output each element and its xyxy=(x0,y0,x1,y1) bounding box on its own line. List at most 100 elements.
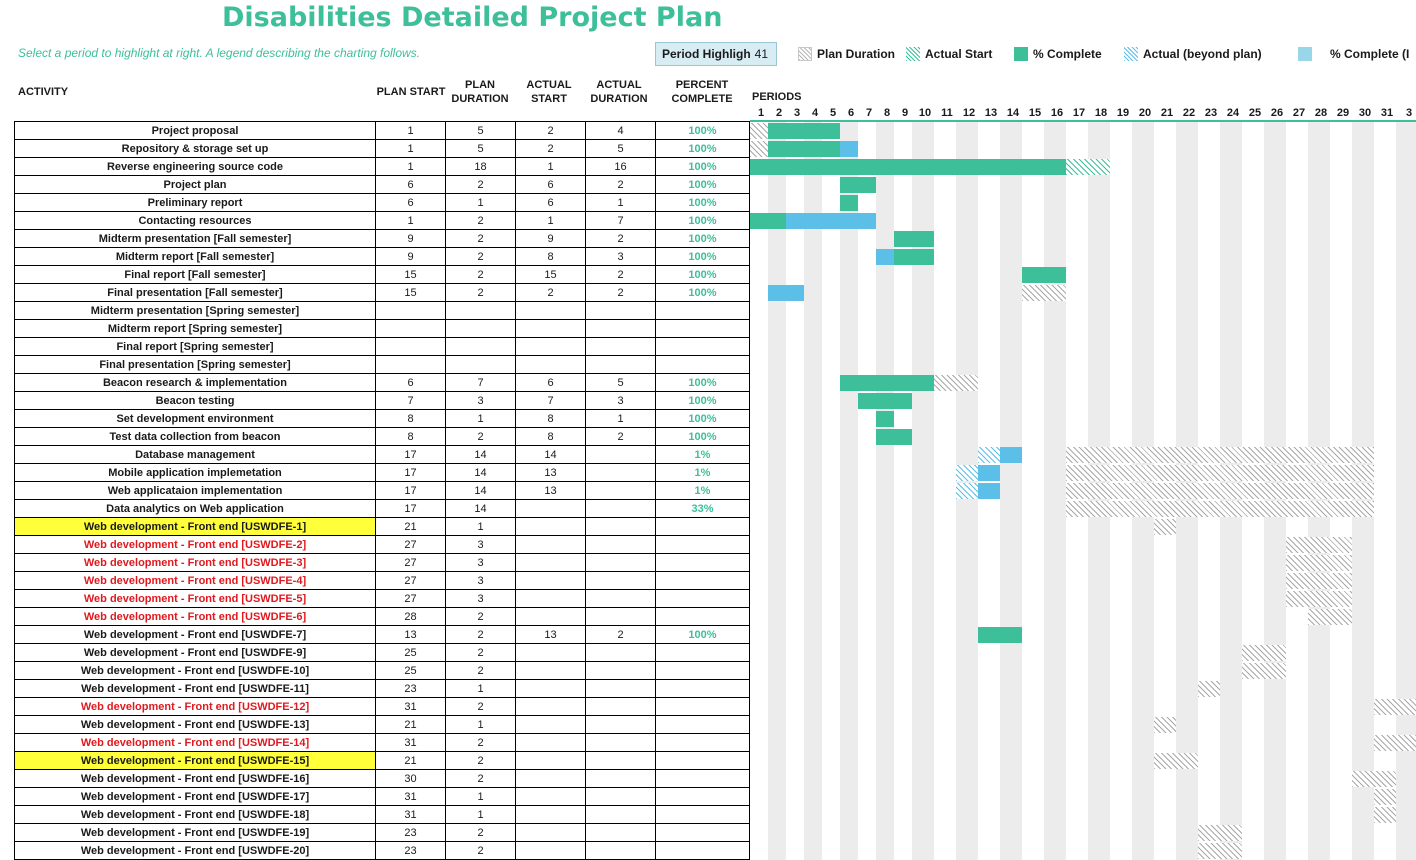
cell-percent[interactable]: 100% xyxy=(655,265,750,284)
cell-activity[interactable]: Beacon testing xyxy=(14,391,376,410)
cell-percent[interactable]: 100% xyxy=(655,625,750,644)
cell-plan-start[interactable]: 15 xyxy=(375,265,446,284)
cell-activity[interactable]: Web development - Front end [USWDFE-4] xyxy=(14,571,376,590)
cell-percent[interactable] xyxy=(655,805,750,824)
cell-actual-start[interactable]: 2 xyxy=(515,139,586,158)
cell-plan-duration[interactable]: 7 xyxy=(445,373,516,392)
cell-percent[interactable] xyxy=(655,337,750,356)
cell-activity[interactable]: Web development - Front end [USWDFE-13] xyxy=(14,715,376,734)
cell-activity[interactable]: Project plan xyxy=(14,175,376,194)
cell-percent[interactable] xyxy=(655,571,750,590)
cell-actual-duration[interactable] xyxy=(585,589,656,608)
table-row[interactable]: Project proposal 1 5 2 4 100% xyxy=(14,121,750,140)
cell-plan-start[interactable]: 25 xyxy=(375,661,446,680)
cell-actual-start[interactable] xyxy=(515,769,586,788)
cell-actual-start[interactable] xyxy=(515,823,586,842)
table-row[interactable]: Midterm presentation [Spring semester] xyxy=(14,301,750,320)
table-row[interactable]: Web development - Front end [USWDFE-11] 2… xyxy=(14,679,750,698)
cell-activity[interactable]: Web development - Front end [USWDFE-9] xyxy=(14,643,376,662)
cell-actual-start[interactable] xyxy=(515,517,586,536)
cell-plan-start[interactable] xyxy=(375,319,446,338)
cell-actual-duration[interactable] xyxy=(585,535,656,554)
cell-actual-start[interactable]: 8 xyxy=(515,409,586,428)
cell-plan-duration[interactable]: 2 xyxy=(445,661,516,680)
cell-plan-duration[interactable]: 2 xyxy=(445,427,516,446)
cell-percent[interactable] xyxy=(655,607,750,626)
cell-actual-duration[interactable]: 2 xyxy=(585,283,656,302)
cell-activity[interactable]: Database management xyxy=(14,445,376,464)
cell-percent[interactable] xyxy=(655,517,750,536)
cell-plan-start[interactable]: 1 xyxy=(375,121,446,140)
table-row[interactable]: Web development - Front end [USWDFE-15] 2… xyxy=(14,751,750,770)
cell-plan-duration[interactable]: 2 xyxy=(445,247,516,266)
table-row[interactable]: Contacting resources 1 2 1 7 100% xyxy=(14,211,750,230)
cell-activity[interactable]: Contacting resources xyxy=(14,211,376,230)
cell-percent[interactable]: 33% xyxy=(655,499,750,518)
cell-actual-start[interactable] xyxy=(515,553,586,572)
cell-actual-start[interactable] xyxy=(515,499,586,518)
cell-plan-start[interactable]: 31 xyxy=(375,787,446,806)
cell-percent[interactable] xyxy=(655,715,750,734)
cell-plan-duration[interactable]: 2 xyxy=(445,229,516,248)
cell-percent[interactable] xyxy=(655,643,750,662)
cell-activity[interactable]: Preliminary report xyxy=(14,193,376,212)
cell-plan-duration[interactable]: 1 xyxy=(445,193,516,212)
cell-percent[interactable] xyxy=(655,679,750,698)
cell-actual-start[interactable]: 8 xyxy=(515,247,586,266)
cell-plan-duration[interactable] xyxy=(445,319,516,338)
cell-plan-start[interactable]: 31 xyxy=(375,805,446,824)
table-row[interactable]: Web development - Front end [USWDFE-18] 3… xyxy=(14,805,750,824)
cell-plan-duration[interactable]: 3 xyxy=(445,589,516,608)
cell-actual-duration[interactable]: 5 xyxy=(585,373,656,392)
cell-actual-duration[interactable] xyxy=(585,679,656,698)
table-row[interactable]: Web development - Front end [USWDFE-12] 3… xyxy=(14,697,750,716)
cell-plan-duration[interactable]: 2 xyxy=(445,697,516,716)
cell-plan-duration[interactable]: 1 xyxy=(445,409,516,428)
cell-activity[interactable]: Final report [Spring semester] xyxy=(14,337,376,356)
cell-actual-duration[interactable] xyxy=(585,751,656,770)
cell-plan-start[interactable]: 8 xyxy=(375,409,446,428)
cell-plan-duration[interactable]: 1 xyxy=(445,679,516,698)
cell-actual-start[interactable] xyxy=(515,661,586,680)
cell-actual-duration[interactable]: 2 xyxy=(585,625,656,644)
cell-plan-start[interactable]: 9 xyxy=(375,247,446,266)
table-row[interactable]: Web applicataion implementation 17 14 13 1% xyxy=(14,481,750,500)
cell-actual-start[interactable]: 13 xyxy=(515,625,586,644)
cell-plan-duration[interactable]: 2 xyxy=(445,733,516,752)
cell-activity[interactable]: Web development - Front end [USWDFE-11] xyxy=(14,679,376,698)
cell-actual-start[interactable] xyxy=(515,319,586,338)
cell-plan-start[interactable]: 23 xyxy=(375,679,446,698)
cell-plan-start[interactable]: 21 xyxy=(375,751,446,770)
cell-plan-duration[interactable]: 2 xyxy=(445,175,516,194)
cell-plan-duration[interactable]: 5 xyxy=(445,121,516,140)
cell-actual-start[interactable]: 6 xyxy=(515,193,586,212)
cell-plan-duration[interactable]: 14 xyxy=(445,463,516,482)
cell-percent[interactable] xyxy=(655,355,750,374)
table-row[interactable]: Test data collection from beacon 8 2 8 2 100% xyxy=(14,427,750,446)
cell-actual-start[interactable] xyxy=(515,805,586,824)
cell-actual-start[interactable]: 15 xyxy=(515,265,586,284)
cell-plan-duration[interactable]: 2 xyxy=(445,751,516,770)
cell-actual-start[interactable] xyxy=(515,787,586,806)
cell-percent[interactable]: 100% xyxy=(655,391,750,410)
cell-plan-start[interactable]: 1 xyxy=(375,157,446,176)
cell-plan-start[interactable]: 31 xyxy=(375,733,446,752)
table-row[interactable]: Web development - Front end [USWDFE-9] 25… xyxy=(14,643,750,662)
cell-actual-start[interactable] xyxy=(515,697,586,716)
cell-activity[interactable]: Web development - Front end [USWDFE-7] xyxy=(14,625,376,644)
cell-percent[interactable]: 1% xyxy=(655,445,750,464)
cell-actual-duration[interactable]: 3 xyxy=(585,247,656,266)
cell-percent[interactable]: 100% xyxy=(655,193,750,212)
cell-plan-duration[interactable]: 2 xyxy=(445,265,516,284)
cell-activity[interactable]: Repository & storage set up xyxy=(14,139,376,158)
cell-plan-duration[interactable]: 1 xyxy=(445,805,516,824)
cell-actual-duration[interactable] xyxy=(585,553,656,572)
cell-activity[interactable]: Final presentation [Fall semester] xyxy=(14,283,376,302)
cell-actual-duration[interactable] xyxy=(585,769,656,788)
cell-percent[interactable]: 100% xyxy=(655,409,750,428)
cell-plan-duration[interactable]: 2 xyxy=(445,769,516,788)
cell-percent[interactable]: 100% xyxy=(655,427,750,446)
cell-plan-duration[interactable] xyxy=(445,355,516,374)
cell-actual-start[interactable] xyxy=(515,571,586,590)
cell-activity[interactable]: Final report [Fall semester] xyxy=(14,265,376,284)
